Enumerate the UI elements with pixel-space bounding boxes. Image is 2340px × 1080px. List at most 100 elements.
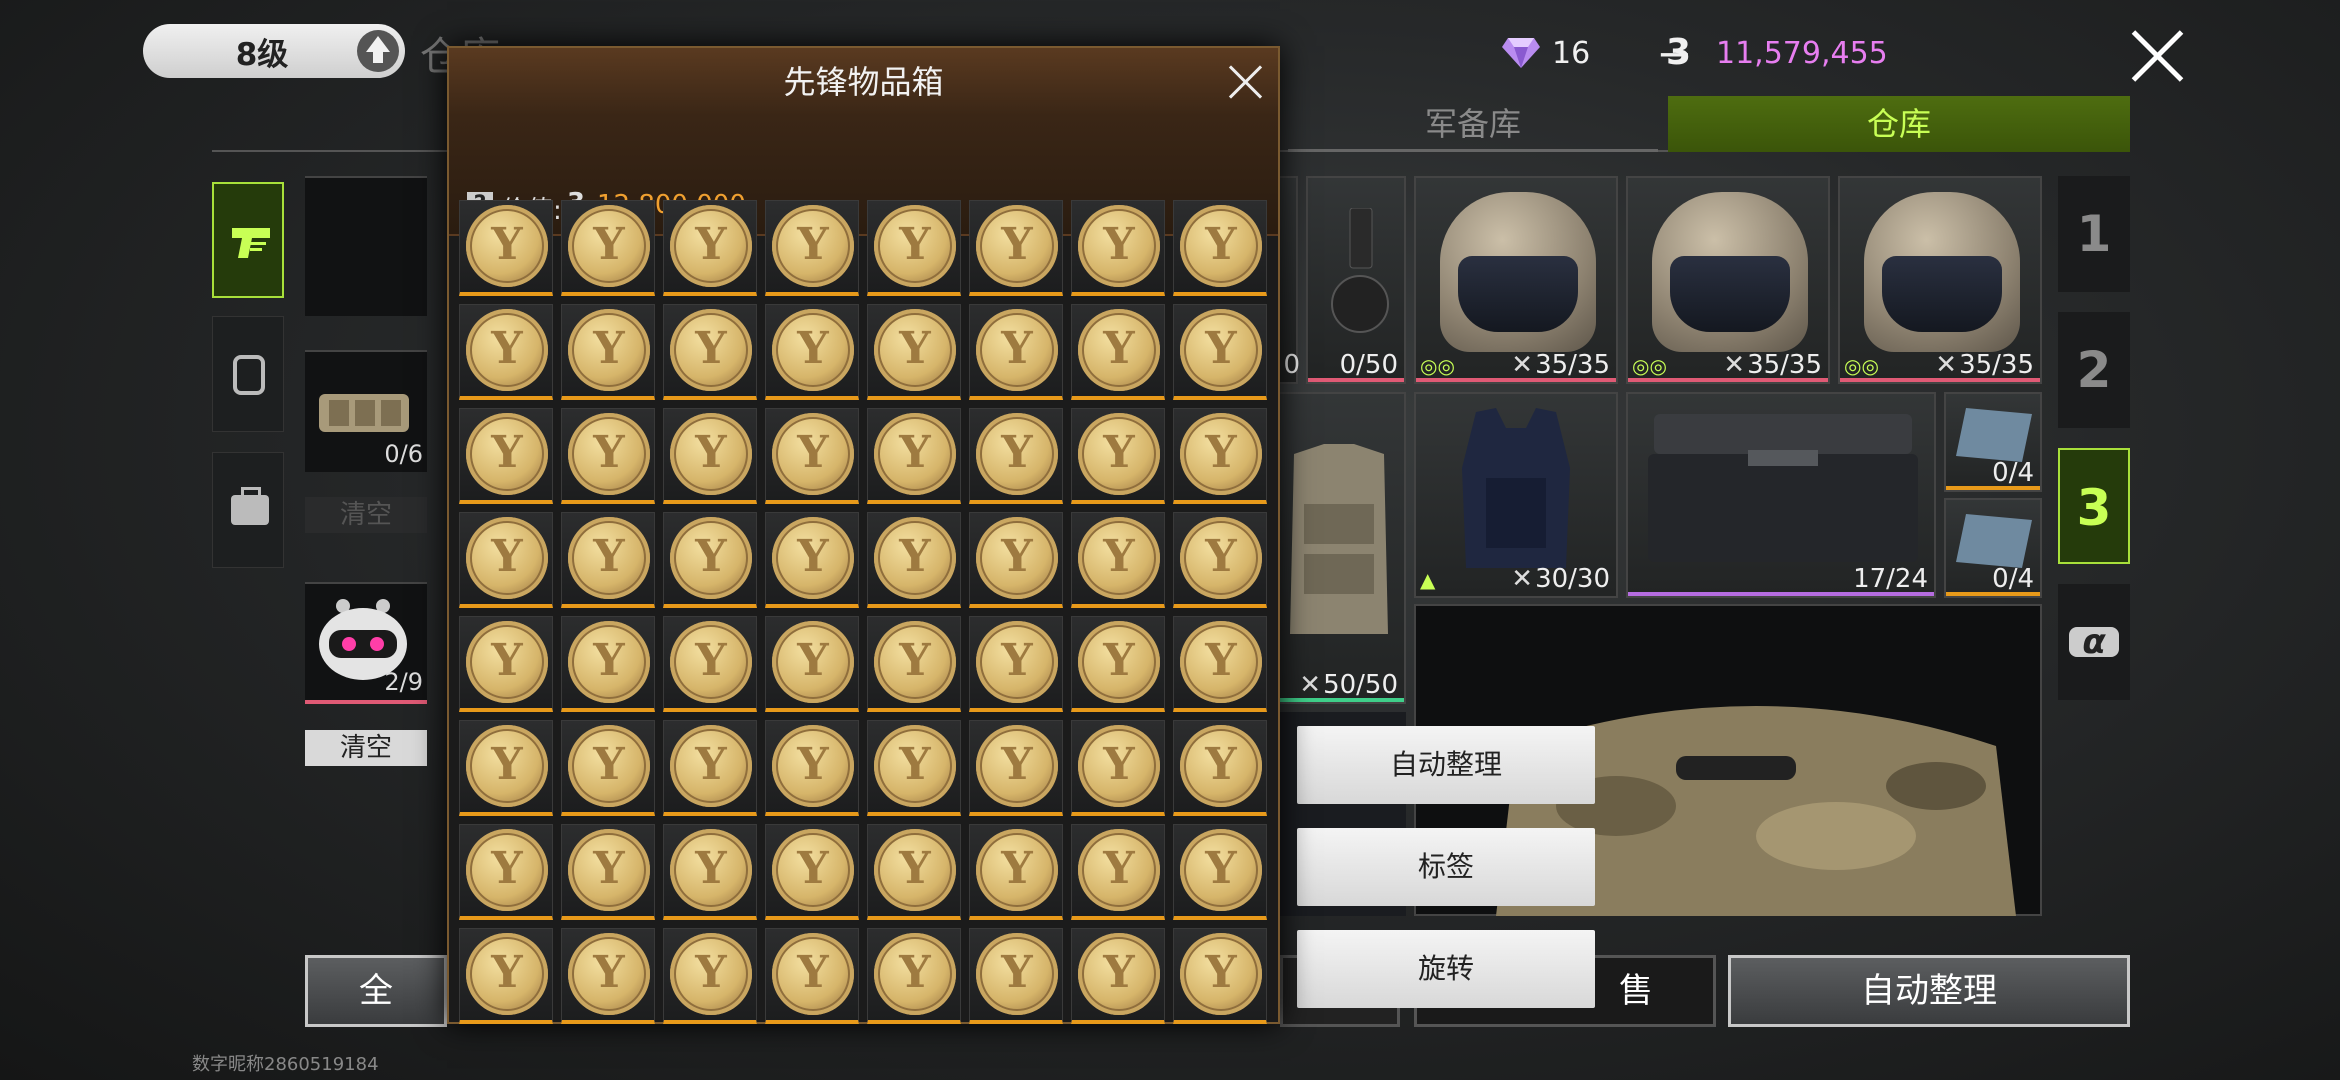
- item-slot[interactable]: [969, 408, 1063, 504]
- item-slot[interactable]: [1173, 512, 1267, 608]
- item-slot[interactable]: [459, 304, 553, 400]
- storage-case-cell[interactable]: 17/24: [1626, 392, 1936, 598]
- item-slot[interactable]: [867, 408, 961, 504]
- item-slot[interactable]: [459, 720, 553, 816]
- item-slot[interactable]: [969, 928, 1063, 1024]
- item-slot[interactable]: [561, 304, 655, 400]
- item-slot[interactable]: [561, 200, 655, 296]
- item-slot[interactable]: [663, 304, 757, 400]
- item-slot[interactable]: [459, 408, 553, 504]
- item-slot[interactable]: [663, 928, 757, 1024]
- vest-cell[interactable]: ✕50/50: [1278, 392, 1406, 704]
- item-slot[interactable]: [1071, 304, 1165, 400]
- item-slot[interactable]: [765, 616, 859, 712]
- plate-cell-2[interactable]: 0/4: [1944, 498, 2042, 598]
- item-slot[interactable]: [867, 200, 961, 296]
- item-slot[interactable]: [969, 512, 1063, 608]
- item-slot[interactable]: [561, 512, 655, 608]
- item-slot[interactable]: [867, 616, 961, 712]
- item-slot[interactable]: [1173, 408, 1267, 504]
- item-slot[interactable]: [561, 928, 655, 1024]
- item-slot[interactable]: [663, 512, 757, 608]
- plate-cell-1[interactable]: 0/4: [1944, 392, 2042, 492]
- item-slot[interactable]: [1071, 512, 1165, 608]
- item-slot[interactable]: [1173, 720, 1267, 816]
- context-rotate[interactable]: 旋转: [1297, 930, 1595, 1008]
- item-slot[interactable]: [867, 824, 961, 920]
- item-slot[interactable]: [969, 616, 1063, 712]
- auto-sort-button[interactable]: 自动整理: [1728, 955, 2130, 1027]
- clear-button-disabled[interactable]: 清空: [305, 497, 427, 533]
- bottom-left-button[interactable]: 全: [305, 955, 447, 1027]
- item-slot[interactable]: [867, 928, 961, 1024]
- helmet-cell-3[interactable]: ◎◎ ✕35/35: [1838, 176, 2042, 384]
- item-slot[interactable]: [1071, 824, 1165, 920]
- item-slot[interactable]: [969, 200, 1063, 296]
- tab-page-3[interactable]: 3: [2058, 448, 2130, 564]
- close-icon[interactable]: [1226, 62, 1266, 102]
- item-slot[interactable]: [1173, 928, 1267, 1024]
- item-slot[interactable]: [663, 720, 757, 816]
- item-slot[interactable]: [1071, 720, 1165, 816]
- drum-mag-cell[interactable]: 0/50: [1306, 176, 1406, 384]
- context-label[interactable]: 标签: [1297, 828, 1595, 906]
- close-icon[interactable]: [2128, 28, 2188, 84]
- tab-page-2[interactable]: 2: [2058, 312, 2130, 428]
- category-case[interactable]: [212, 452, 284, 568]
- item-slot[interactable]: [765, 304, 859, 400]
- item-slot[interactable]: [969, 304, 1063, 400]
- category-backpack[interactable]: [212, 316, 284, 432]
- rig-slot[interactable]: 0/6: [305, 350, 427, 472]
- tab-armory[interactable]: 军备库: [1288, 96, 1658, 152]
- item-slot[interactable]: [1173, 304, 1267, 400]
- item-slot[interactable]: [459, 512, 553, 608]
- gold-coin-icon: [976, 413, 1058, 495]
- item-slot[interactable]: [1173, 616, 1267, 712]
- item-slot[interactable]: [765, 824, 859, 920]
- item-slot[interactable]: [459, 928, 553, 1024]
- item-slot[interactable]: [1071, 408, 1165, 504]
- helmet-cell-1[interactable]: ◎◎ ✕35/35: [1414, 176, 1618, 384]
- tab-page-alpha[interactable]: α: [2058, 584, 2130, 700]
- item-slot[interactable]: [969, 824, 1063, 920]
- item-slot[interactable]: [765, 720, 859, 816]
- context-auto-sort[interactable]: 自动整理: [1297, 726, 1595, 804]
- item-slot[interactable]: [765, 512, 859, 608]
- empty-slot[interactable]: [305, 176, 427, 316]
- clear-button[interactable]: 清空: [305, 730, 427, 766]
- item-slot[interactable]: [663, 824, 757, 920]
- tab-page-1[interactable]: 1: [2058, 176, 2130, 292]
- item-slot[interactable]: [1071, 928, 1165, 1024]
- helmet-cell-2[interactable]: ◎◎ ✕35/35: [1626, 176, 1830, 384]
- item-slot[interactable]: [459, 616, 553, 712]
- level-up-icon[interactable]: [357, 30, 399, 72]
- item-slot[interactable]: [561, 616, 655, 712]
- body-armor-cell[interactable]: ▲ ✕30/30: [1414, 392, 1618, 598]
- partial-item-cell[interactable]: 0: [1278, 176, 1300, 384]
- item-slot[interactable]: [867, 304, 961, 400]
- item-slot[interactable]: [459, 200, 553, 296]
- item-slot[interactable]: [561, 824, 655, 920]
- gold-coin-icon: [1078, 309, 1160, 391]
- item-slot[interactable]: [765, 928, 859, 1024]
- item-slot[interactable]: [663, 200, 757, 296]
- item-slot[interactable]: [969, 720, 1063, 816]
- item-slot[interactable]: [765, 408, 859, 504]
- item-slot[interactable]: [765, 200, 859, 296]
- pet-slot[interactable]: 2/9: [305, 582, 427, 704]
- item-slot[interactable]: [867, 512, 961, 608]
- item-slot[interactable]: [663, 616, 757, 712]
- item-slot[interactable]: [663, 408, 757, 504]
- item-slot[interactable]: [561, 408, 655, 504]
- tab-warehouse[interactable]: 仓库: [1668, 96, 2130, 152]
- item-slot[interactable]: [1173, 200, 1267, 296]
- item-slot[interactable]: [1071, 616, 1165, 712]
- item-slot[interactable]: [459, 824, 553, 920]
- item-slot[interactable]: [1071, 200, 1165, 296]
- item-slot[interactable]: [561, 720, 655, 816]
- item-slot[interactable]: [1173, 824, 1267, 920]
- gold-coin-icon: [466, 413, 548, 495]
- item-slot[interactable]: [867, 720, 961, 816]
- level-badge[interactable]: 8级: [143, 24, 405, 78]
- category-weapons[interactable]: [212, 182, 284, 298]
